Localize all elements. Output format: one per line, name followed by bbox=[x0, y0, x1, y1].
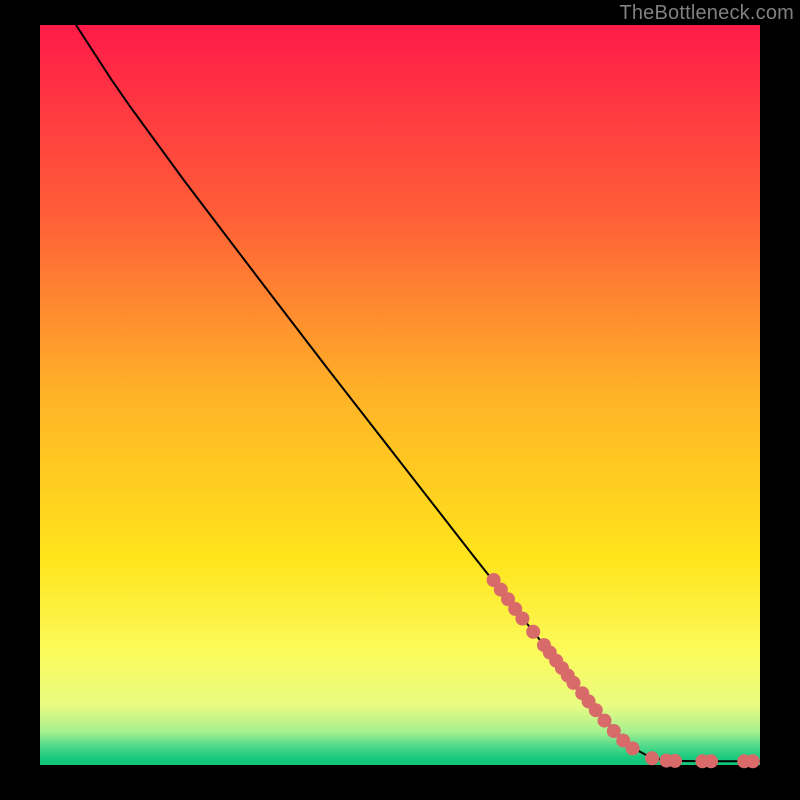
data-point bbox=[668, 754, 682, 768]
data-point bbox=[598, 714, 612, 728]
chart-canvas bbox=[0, 0, 800, 800]
data-point bbox=[526, 625, 540, 639]
data-point bbox=[626, 741, 640, 755]
watermark-label: TheBottleneck.com bbox=[619, 2, 794, 25]
data-point bbox=[746, 754, 760, 768]
plot-background bbox=[40, 25, 760, 765]
data-point bbox=[515, 612, 529, 626]
data-point bbox=[645, 751, 659, 765]
data-point bbox=[704, 754, 718, 768]
chart-container: TheBottleneck.com bbox=[0, 0, 800, 800]
